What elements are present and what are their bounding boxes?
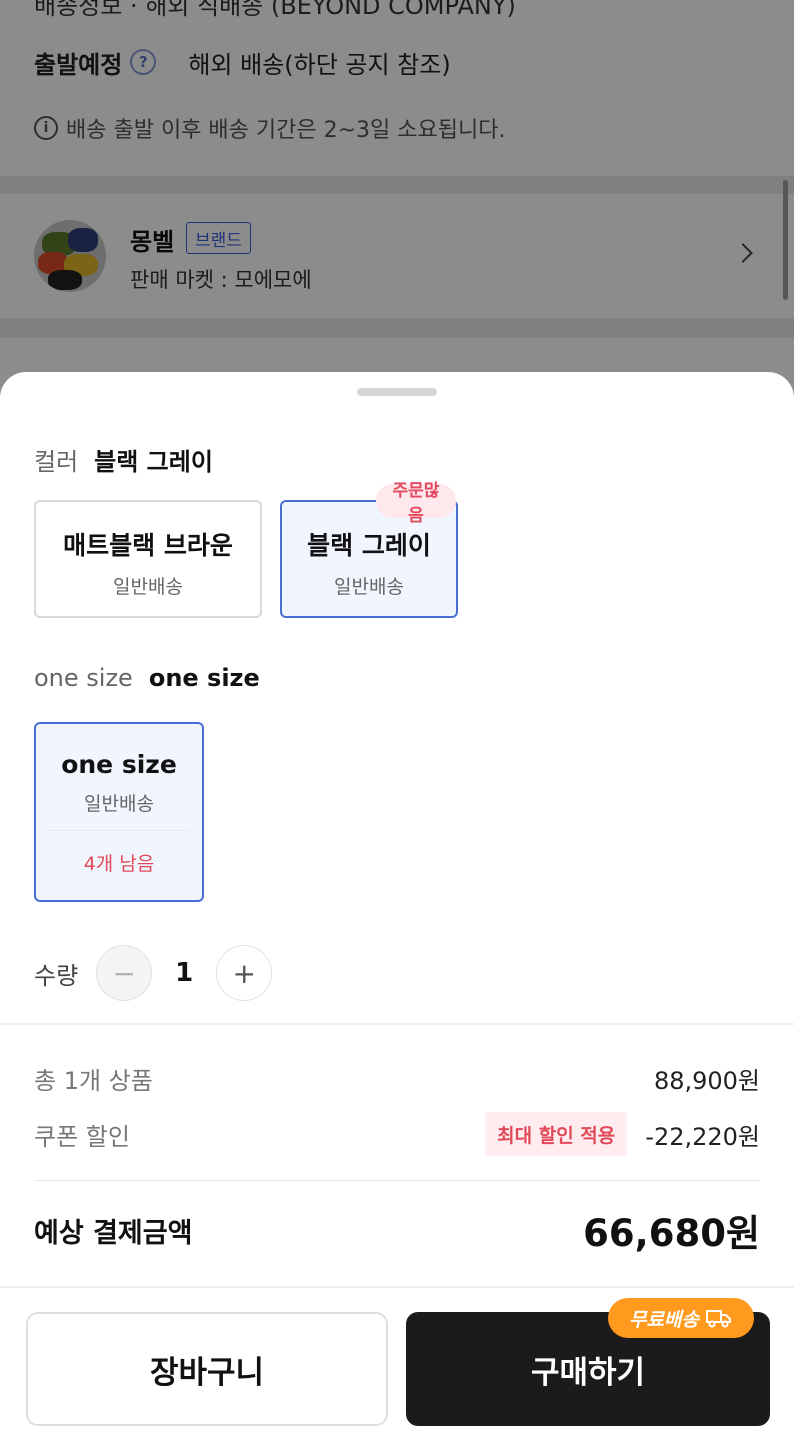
coupon-label: 쿠폰 할인 [34, 1122, 130, 1151]
color-choice-label: 블랙 그레이 [307, 531, 431, 560]
popular-badge: 주문많음 [376, 481, 456, 526]
color-option-title: 컬러 블랙 그레이 [34, 442, 213, 477]
coupon-value: -22,220원 [645, 1122, 760, 1151]
section-divider [0, 1023, 794, 1025]
coupon-detail: 최대 할인 적용 -22,220원 [485, 1112, 760, 1156]
size-choice-label: one size [61, 750, 177, 779]
stock-remaining: 4개 남음 [83, 853, 155, 875]
quantity-label: 수량 [34, 961, 79, 990]
plus-icon[interactable]: + [216, 945, 273, 1001]
summary-divider [34, 1180, 760, 1181]
sheet-drag-handle[interactable] [357, 388, 437, 396]
color-choice-label: 매트블랙 브라운 [63, 531, 233, 560]
minus-icon[interactable]: − [96, 945, 153, 1001]
color-choice-matte-black-brown[interactable]: 매트블랙 브라운 일반배송 [34, 500, 262, 618]
size-choice-one-size[interactable]: one size 일반배송 4개 남음 [34, 722, 204, 902]
quantity-value: 1 [175, 958, 194, 988]
add-to-cart-button[interactable]: 장바구니 [26, 1312, 388, 1426]
items-total-value: 88,900원 [653, 1066, 760, 1095]
size-option-selected: one size [148, 664, 260, 692]
card-divider [48, 830, 190, 831]
free-shipping-label: 무료배송 [629, 1308, 699, 1331]
size-option-title: one size one size [34, 664, 260, 692]
size-option-name: one size [34, 664, 133, 692]
delivery-type: 일반배송 [334, 576, 404, 598]
expected-payment-row: 예상 결제금액 66,680원 [34, 1204, 760, 1256]
option-bottom-sheet: 컬러 블랙 그레이 매트블랙 브라운 일반배송 주문많음 블랙 그레이 일반배송… [0, 372, 794, 1440]
section-divider [0, 1286, 794, 1288]
quantity-stepper: 수량 − 1 + [34, 944, 273, 1002]
items-total-row: 총 1개 상품 88,900원 [34, 1058, 760, 1098]
max-discount-badge[interactable]: 최대 할인 적용 [485, 1112, 628, 1156]
items-total-label: 총 1개 상품 [34, 1066, 153, 1095]
color-choice-black-gray[interactable]: 주문많음 블랙 그레이 일반배송 [280, 481, 458, 618]
expected-payment-value: 66,680원 [583, 1212, 760, 1255]
delivery-type: 일반배송 [84, 793, 154, 815]
coupon-row: 쿠폰 할인 최대 할인 적용 -22,220원 [34, 1110, 760, 1158]
color-option-name: 컬러 [34, 448, 79, 476]
truck-icon [705, 1308, 733, 1328]
color-option-selected: 블랙 그레이 [94, 448, 213, 476]
free-shipping-badge: 무료배송 [608, 1298, 754, 1338]
expected-payment-label: 예상 결제금액 [34, 1217, 193, 1249]
delivery-type: 일반배송 [113, 576, 183, 598]
